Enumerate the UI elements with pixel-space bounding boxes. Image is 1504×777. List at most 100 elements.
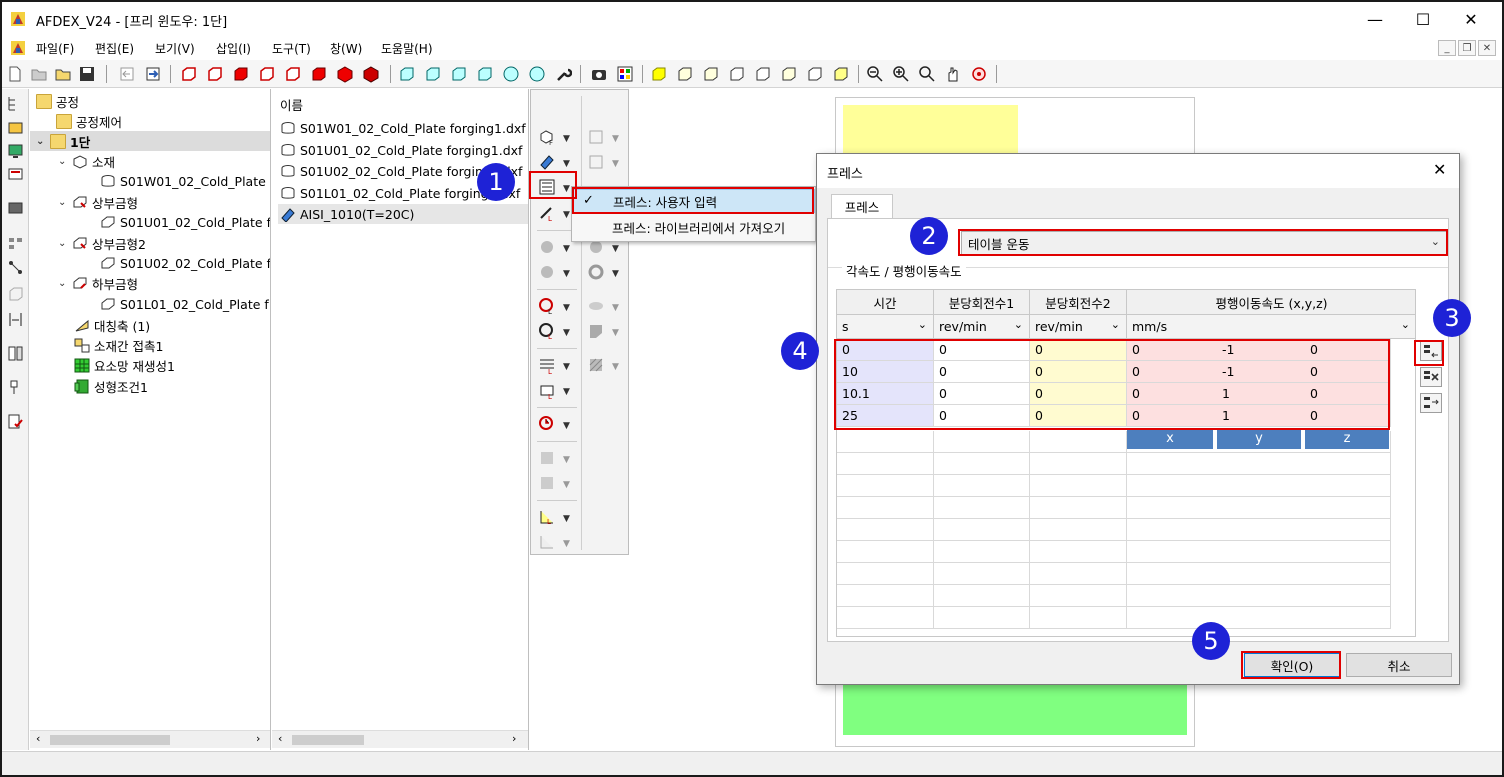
cell-vx[interactable]: 0 [1127, 339, 1217, 361]
cell-rpm2[interactable]: 0 [1030, 383, 1127, 405]
cell-rpm1[interactable]: 0 [934, 383, 1030, 405]
maximize-button[interactable]: ☐ [1400, 2, 1446, 36]
empty-cell[interactable] [934, 475, 1030, 497]
empty-cell[interactable] [1030, 519, 1127, 541]
cancel-button[interactable]: 취소 [1346, 653, 1452, 677]
scroll-thumb[interactable] [292, 735, 364, 745]
mdi-close-button[interactable]: ✕ [1478, 40, 1496, 56]
checklist-icon[interactable] [7, 413, 24, 430]
empty-cell[interactable] [934, 541, 1030, 563]
tree-item-upper-die2[interactable]: ⌄ 상부금형2 [58, 233, 146, 253]
cube-back-icon[interactable] [206, 65, 224, 83]
dropdown-arrow-icon[interactable]: ▼ [563, 421, 570, 431]
open-folder-icon[interactable] [54, 65, 72, 83]
panel-icon[interactable] [7, 345, 24, 362]
box-wire-icon[interactable] [728, 65, 746, 83]
tree-item-remesh[interactable]: 요소망 재생성1 [74, 355, 175, 375]
insert-row-button[interactable] [1420, 341, 1442, 361]
scroll-thumb[interactable] [50, 735, 170, 745]
disabled-die-icon[interactable] [587, 128, 605, 146]
tree-horizontal-scrollbar[interactable]: ‹ › [30, 730, 270, 748]
cube-iso2-icon[interactable] [362, 65, 380, 83]
dropdown-arrow-icon[interactable]: ▼ [612, 362, 619, 372]
empty-cell[interactable] [837, 607, 934, 629]
scroll-right-icon[interactable]: › [512, 732, 516, 745]
layout-icon[interactable] [7, 235, 24, 252]
tree-root[interactable]: 공정 [36, 91, 79, 111]
cell-rpm2[interactable]: 0 [1030, 339, 1127, 361]
cube-wire-icon[interactable] [7, 285, 24, 302]
hand-tool-icon[interactable] [7, 119, 24, 136]
menu-view[interactable]: 보기(V) [155, 40, 195, 57]
cell-vz[interactable]: 0 [1305, 339, 1391, 361]
zoom-fit-icon[interactable] [918, 65, 936, 83]
dropdown-arrow-icon[interactable]: ▼ [612, 269, 619, 279]
cell-vx[interactable]: 0 [1127, 361, 1217, 383]
gear-disabled-icon[interactable] [538, 238, 556, 256]
empty-cell[interactable] [1030, 585, 1127, 607]
cell-rpm1[interactable]: 0 [934, 339, 1030, 361]
dropdown-arrow-icon[interactable]: ▼ [563, 480, 570, 490]
chevron-down-icon[interactable]: ⌄ [58, 278, 72, 289]
cube-bottom-icon[interactable] [258, 65, 276, 83]
cube-iso-icon[interactable] [336, 65, 354, 83]
dropdown-arrow-icon[interactable]: ▼ [563, 303, 570, 313]
box-yellow-icon[interactable] [650, 65, 668, 83]
box-mesh-icon[interactable] [754, 65, 772, 83]
hatch-disabled-icon[interactable] [587, 356, 605, 374]
chevron-down-icon[interactable]: ⌄ [58, 197, 72, 208]
view-rotate5-icon[interactable] [502, 65, 520, 83]
box-hidden-icon[interactable] [780, 65, 798, 83]
mdi-minimize-button[interactable]: _ [1438, 40, 1456, 56]
monitor-color-icon[interactable] [7, 143, 24, 160]
empty-cell[interactable] [934, 519, 1030, 541]
node-icon[interactable] [7, 259, 24, 276]
box-swap-icon[interactable] [806, 65, 824, 83]
tree-item-condition[interactable]: 성형조건1 [74, 376, 148, 396]
empty-cell[interactable] [1127, 585, 1391, 607]
cell-vz[interactable]: 0 [1305, 361, 1391, 383]
dropdown-arrow-icon[interactable]: ▼ [563, 455, 570, 465]
press-icon[interactable] [538, 178, 556, 196]
dropdown-arrow-icon[interactable]: ▼ [563, 184, 570, 194]
pin-icon[interactable] [7, 379, 24, 396]
cell-vx[interactable]: 0 [1127, 405, 1217, 427]
unit-select-time[interactable]: s ⌄ [837, 315, 934, 339]
cell-rpm2[interactable]: 0 [1030, 361, 1127, 383]
dropdown-arrow-icon[interactable]: ▼ [612, 303, 619, 313]
list-horizontal-scrollbar[interactable]: ‹ › [272, 730, 528, 748]
chevron-down-icon[interactable]: ⌄ [36, 136, 50, 147]
cell-rpm1[interactable]: 0 [934, 405, 1030, 427]
empty-cell[interactable] [1127, 563, 1391, 585]
empty-cell[interactable] [837, 563, 934, 585]
mdi-restore-button[interactable]: ❐ [1458, 40, 1476, 56]
lubrication-icon[interactable]: L [538, 204, 556, 222]
tree-item-process-control[interactable]: 공정제어 [56, 111, 122, 131]
view-rotate3-icon[interactable] [450, 65, 468, 83]
display-icon[interactable] [7, 201, 24, 218]
save-icon[interactable] [78, 65, 96, 83]
empty-cell[interactable] [1030, 541, 1127, 563]
tree-item-upper-die2-mesh[interactable]: S01U02_02_Cold_Plate f [100, 253, 270, 273]
cell-time[interactable]: 10.1 [837, 383, 934, 405]
cube-top-icon[interactable] [232, 65, 250, 83]
empty-cell[interactable] [1127, 519, 1391, 541]
cube-front-icon[interactable] [180, 65, 198, 83]
tree-view-icon[interactable] [7, 95, 24, 112]
dropdown-arrow-icon[interactable]: ▼ [563, 269, 570, 279]
shape-disabled-icon[interactable] [587, 322, 605, 340]
dropdown-arrow-icon[interactable]: ▼ [612, 244, 619, 254]
palette-grid-icon[interactable] [616, 65, 634, 83]
delete-row-button[interactable] [1420, 367, 1442, 387]
empty-cell[interactable] [837, 519, 934, 541]
disabled-die2-icon[interactable] [587, 153, 605, 171]
view-rotate6-icon[interactable] [528, 65, 546, 83]
empty-cell[interactable] [837, 475, 934, 497]
box-stack-icon[interactable] [832, 65, 850, 83]
tab-press[interactable]: 프레스 [831, 194, 893, 218]
new-file-icon[interactable] [6, 65, 24, 83]
tree-item-lower-die[interactable]: ⌄ 하부금형 [58, 273, 138, 293]
list-item[interactable]: S01U01_02_Cold_Plate forging1.dxf [280, 140, 522, 160]
dropdown-arrow-icon[interactable]: ▼ [563, 244, 570, 254]
empty-cell[interactable] [934, 431, 1030, 453]
